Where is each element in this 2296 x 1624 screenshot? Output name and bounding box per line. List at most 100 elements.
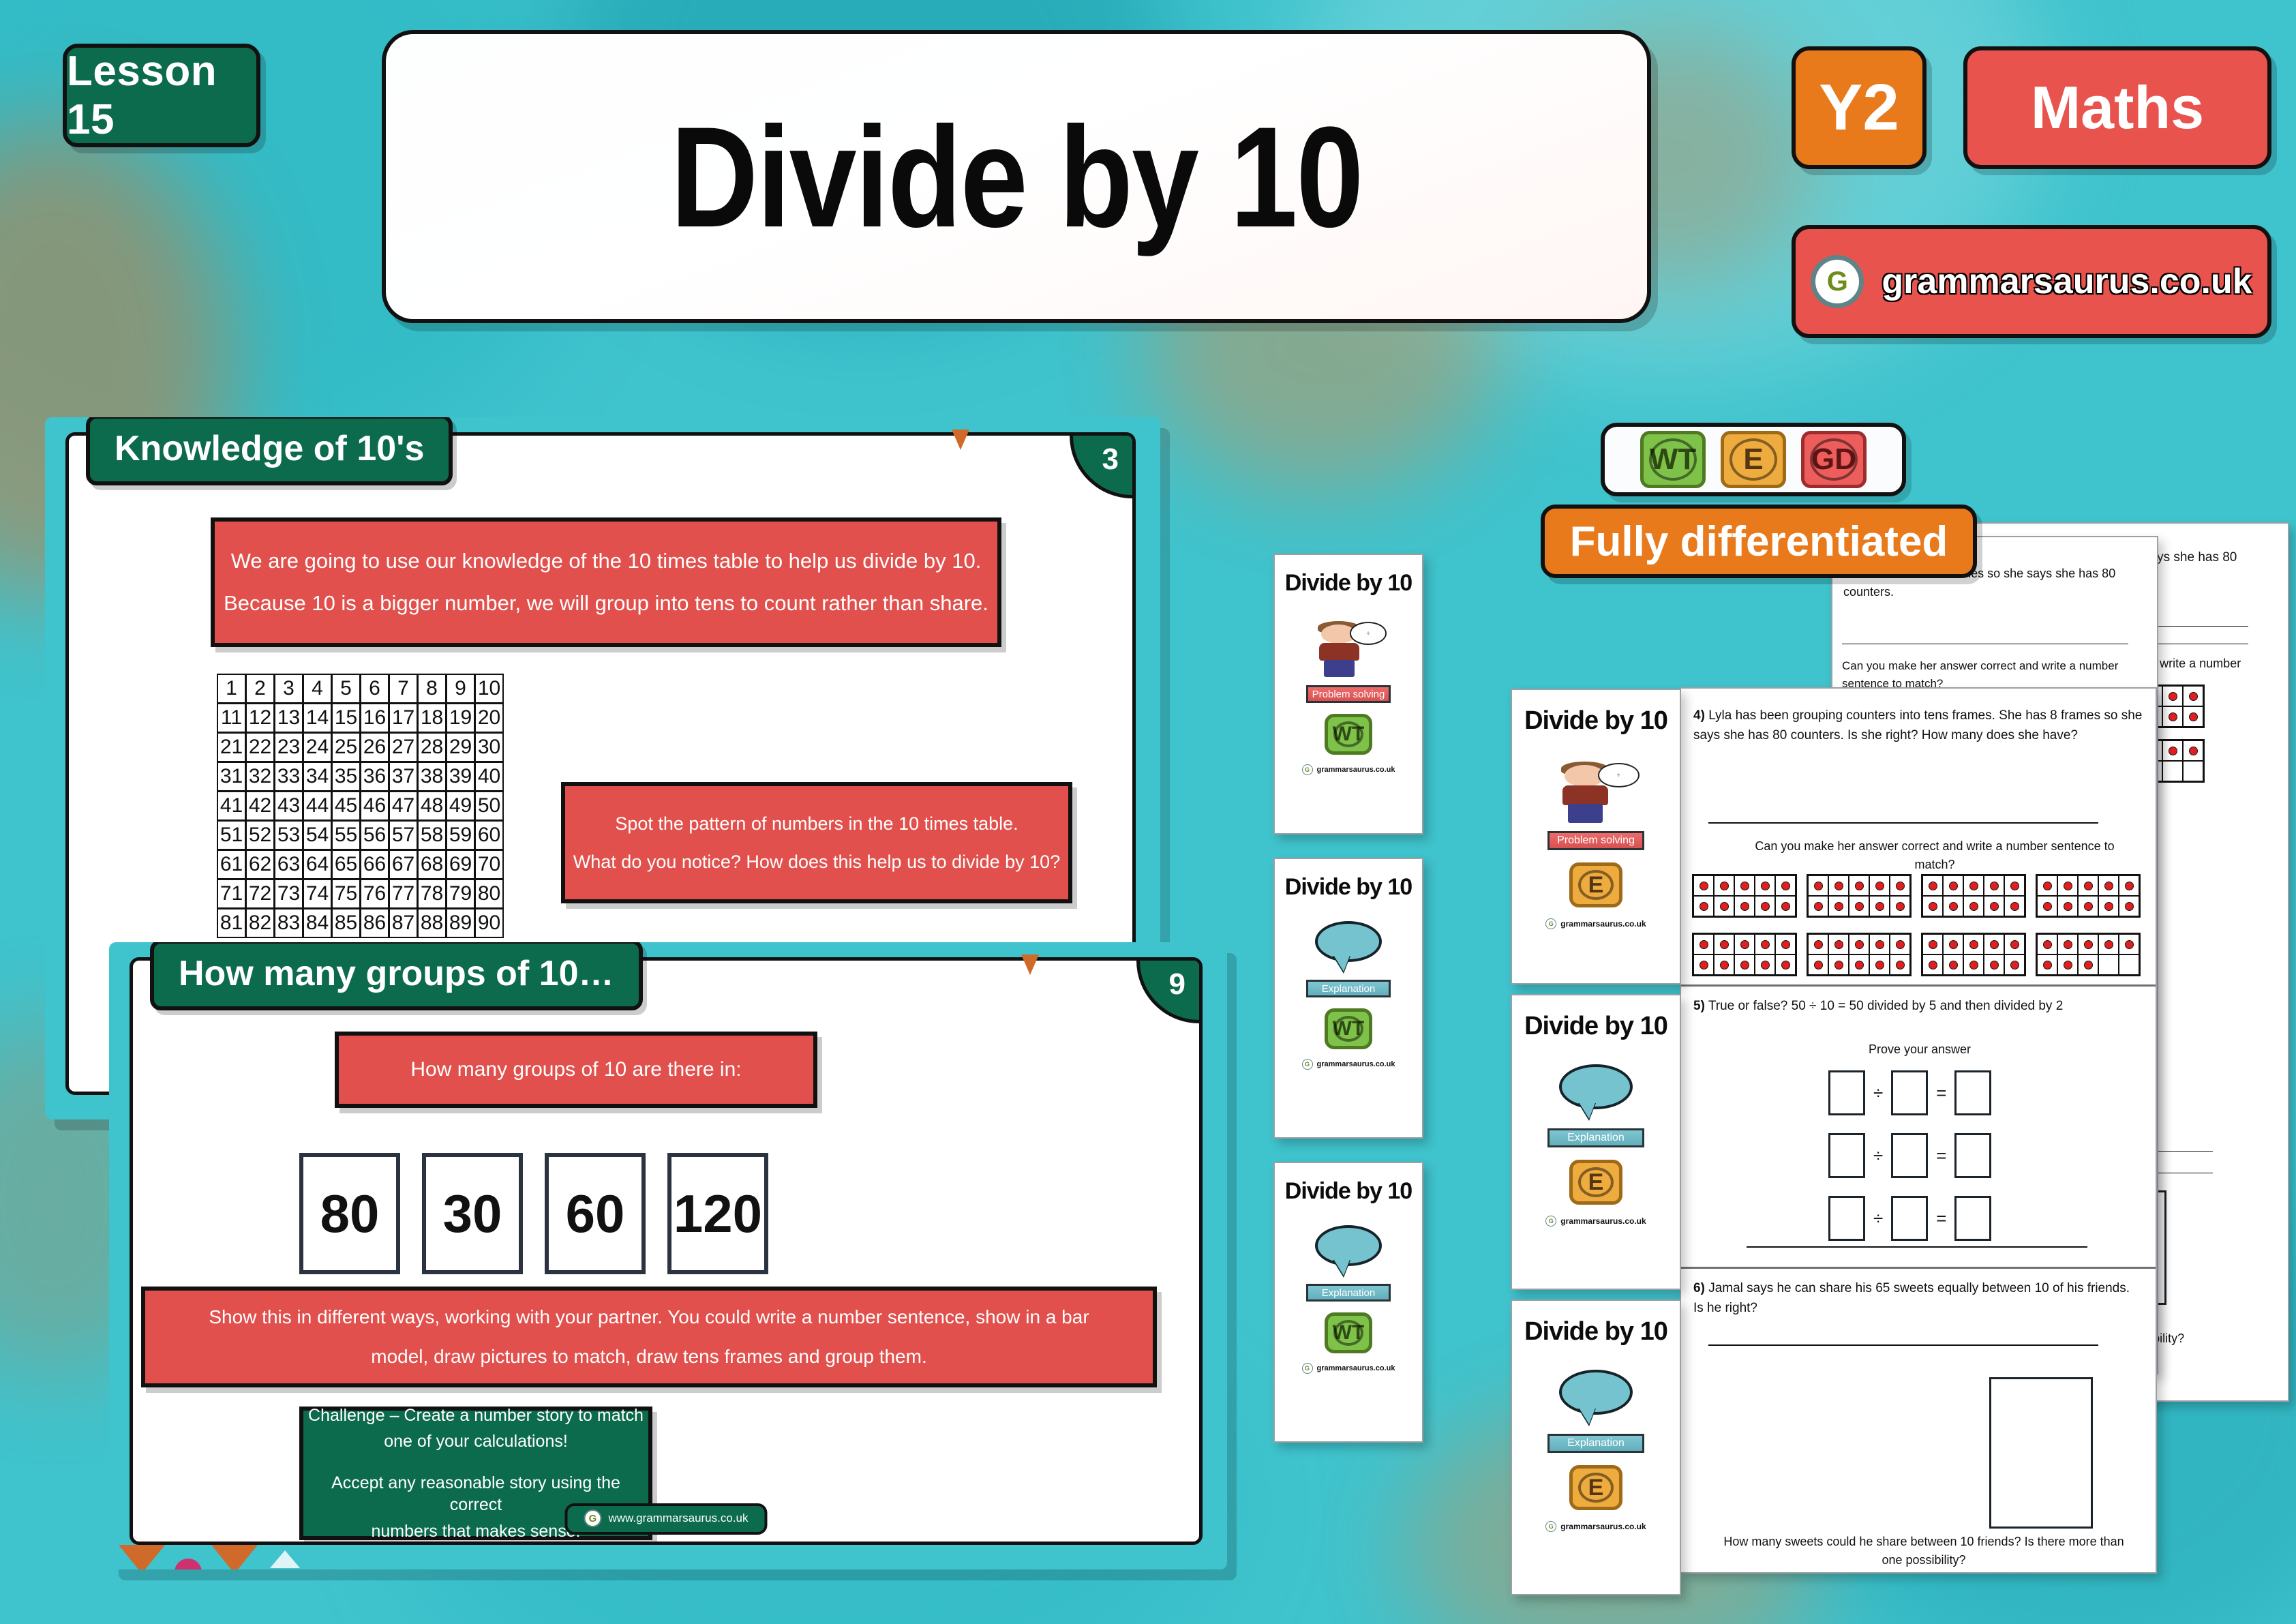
- tens-frame-cell: [1849, 875, 1869, 896]
- hundred-square-cell: 76: [360, 879, 389, 909]
- counter-icon: [1928, 901, 1937, 911]
- tens-frame-cell: [1943, 875, 1963, 896]
- equation-input-box[interactable]: [1828, 1196, 1865, 1241]
- slide-intro-box: We are going to use our knowledge of the…: [211, 517, 1001, 647]
- worksheet-title: Divide by 10: [1524, 706, 1668, 735]
- equals-symbol: =: [1936, 1082, 1947, 1103]
- answer-rule: [1708, 822, 2098, 824]
- tens-frame: [1692, 933, 1797, 976]
- hundred-square-cell: 16: [360, 703, 389, 733]
- equation-input-box[interactable]: [1828, 1070, 1865, 1115]
- tens-frame-cell: [1734, 875, 1755, 896]
- tens-frame: [2036, 933, 2141, 976]
- hundred-square-cell: 60: [474, 820, 504, 850]
- equation-input-box[interactable]: [1954, 1196, 1992, 1241]
- counter-icon: [1895, 901, 1905, 911]
- brand-badge: G grammarsaurus.co.uk: [1792, 225, 2271, 338]
- slide-how-many-groups[interactable]: 9 How many groups of 10 are there in: 80…: [109, 942, 1227, 1569]
- answer-rule: [1708, 1344, 2098, 1346]
- divide-symbol: ÷: [1873, 1082, 1884, 1103]
- hundred-square-cell: 15: [331, 703, 361, 733]
- tens-frame: [1921, 933, 2026, 976]
- grammarsaurus-logo-icon: G: [584, 1509, 602, 1527]
- tens-frame-cell: [1943, 954, 1963, 975]
- counter-icon: [2168, 746, 2177, 755]
- worksheet-title: Divide by 10: [1284, 570, 1413, 596]
- challenge-line-4: numbers that makes sense!: [371, 1521, 581, 1541]
- worksheet-title: Divide by 10: [1524, 1317, 1668, 1346]
- hundred-square-cell: 20: [474, 703, 504, 733]
- tens-frame-cell: [1775, 896, 1796, 916]
- thinking-boy-icon: ÷: [1552, 760, 1640, 823]
- tens-frame-cell: [2119, 934, 2139, 954]
- counter-icon: [1948, 960, 1958, 969]
- equation-input-box[interactable]: [1954, 1070, 1992, 1115]
- hundred-square-cell: 65: [331, 849, 361, 879]
- counter-icon: [1699, 939, 1708, 949]
- tens-frame-cell: [2004, 896, 2025, 916]
- equation-input-box[interactable]: [1954, 1133, 1992, 1178]
- tens-frame-cell: [2162, 761, 2183, 781]
- tens-frame-cell: [2119, 954, 2139, 975]
- counter-icon: [2042, 881, 2052, 890]
- counter-icon: [2042, 939, 2052, 949]
- equation-input-box[interactable]: [1891, 1133, 1929, 1178]
- decorative-triangles: [270, 1550, 300, 1568]
- counter-icon: [2010, 960, 2019, 969]
- speech-bubble-icon: [1315, 1225, 1382, 1266]
- year-badge: Y2: [1792, 46, 1927, 169]
- counter-icon: [1948, 881, 1958, 890]
- counter-icon: [1760, 960, 1770, 969]
- tens-frame-cell: [1755, 875, 1775, 896]
- hundred-square-cell: 73: [274, 879, 303, 909]
- tens-frame-cell: [2078, 934, 2098, 954]
- grammarsaurus-logo-icon: G: [1545, 1216, 1557, 1227]
- counter-icon: [2124, 901, 2134, 911]
- tens-frame-cell: [1943, 934, 1963, 954]
- equation-input-box[interactable]: [1891, 1070, 1929, 1115]
- instruction-line-2: model, draw pictures to match, draw tens…: [371, 1346, 927, 1367]
- answer-box: [1989, 1377, 2093, 1529]
- divide-symbol: ÷: [1873, 1207, 1884, 1229]
- tens-frame-cell: [2057, 934, 2078, 954]
- counter-icon: [1875, 960, 1884, 969]
- hundred-square-cell: 72: [245, 879, 275, 909]
- equation-input-box[interactable]: [1828, 1133, 1865, 1178]
- hundred-square-cell: 77: [389, 879, 418, 909]
- challenge-line-1: Challenge – Create a number story to mat…: [308, 1405, 644, 1425]
- hundred-square-cell: 70: [474, 849, 504, 879]
- hundred-square-cell: 88: [417, 908, 447, 938]
- hundred-square-cell: 30: [474, 732, 504, 762]
- counter-icon: [1854, 939, 1864, 949]
- hundred-square-cell: 36: [360, 762, 389, 792]
- slide-title: Knowledge of 10's: [86, 417, 453, 485]
- counter-icon: [1740, 939, 1749, 949]
- counter-icon: [1781, 939, 1790, 949]
- counter-icon: [1928, 960, 1937, 969]
- counter-icon: [1928, 939, 1937, 949]
- hundred-square-cell: 2: [245, 674, 275, 704]
- tens-frame-cell: [2098, 934, 2119, 954]
- question-5-subtext: Prove your answer: [1868, 1042, 1972, 1056]
- counter-icon: [1854, 901, 1864, 911]
- hundred-square-cell: 34: [303, 762, 332, 792]
- hundred-square-cell: 42: [245, 791, 275, 821]
- worksheet-cover-wt-1: Divide by 10 ÷ Problem solving WT G gram…: [1273, 554, 1423, 834]
- hundred-square-cell: 19: [446, 703, 475, 733]
- tens-frame-cell: [2078, 875, 2098, 896]
- counter-icon: [1699, 901, 1708, 911]
- tens-frame-cell: [2183, 706, 2203, 727]
- counter-icon: [1740, 960, 1749, 969]
- hundred-square-cell: 12: [245, 703, 275, 733]
- question-4-number: 4): [1693, 708, 1705, 723]
- tens-frame-cell: [2057, 954, 2078, 975]
- hundred-square-cell: 32: [245, 762, 275, 792]
- decorative-triangles: [119, 1545, 258, 1569]
- worksheet-footer: G grammarsaurus.co.uk: [1301, 1059, 1395, 1070]
- tens-frame-cell: [1775, 954, 1796, 975]
- equation-input-box[interactable]: [1891, 1196, 1929, 1241]
- section-divider: [1681, 1267, 2156, 1269]
- tens-frame-cell: [1734, 934, 1755, 954]
- hundred-square-cell: 38: [417, 762, 447, 792]
- counter-icon: [1895, 960, 1905, 969]
